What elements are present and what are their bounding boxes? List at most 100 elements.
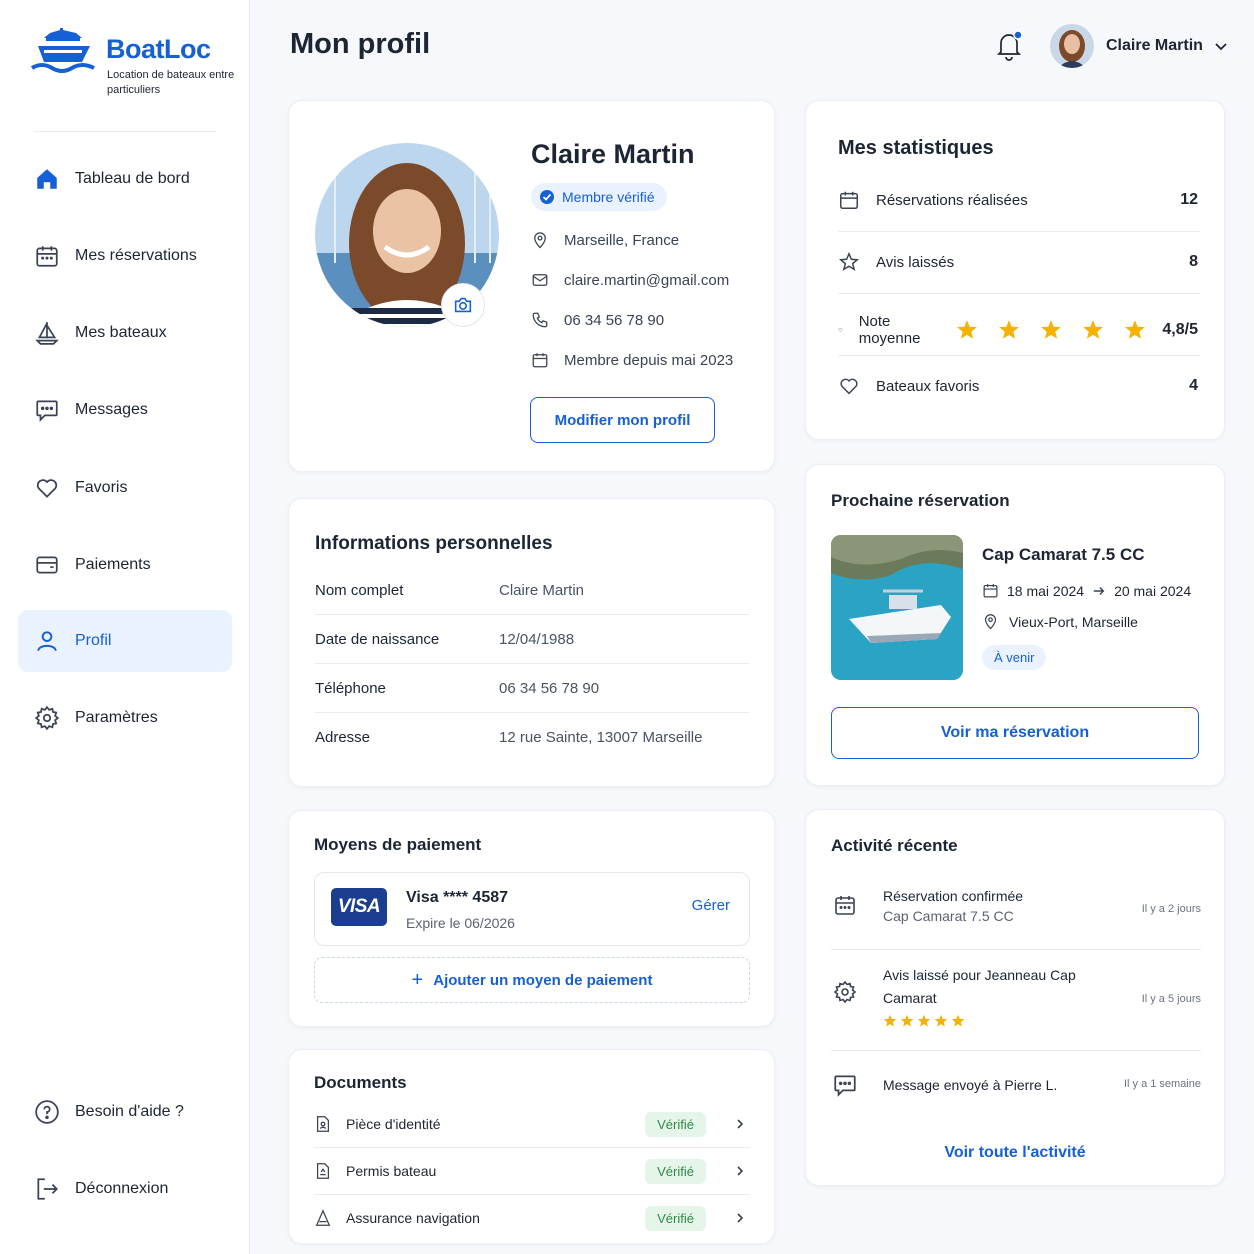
camera-icon [454,297,472,313]
check-circle-icon [540,190,554,204]
sidebar-item-label: Messages [75,401,148,418]
status-badge: Vérifié [645,1205,706,1231]
activity-title: Avis laissé pour Jeanneau Cap Camarat [883,967,1076,1006]
divider [831,949,1201,950]
payment-card: Moyens de paiement VISA Visa **** 4587 E… [288,810,775,1027]
sidebar-item-label: Profil [75,632,112,649]
divider [831,1050,1201,1051]
verified-badge: Membre vérifié [531,183,667,211]
home-icon [34,166,60,192]
stat-label: Note moyenne [858,313,921,347]
document-label: Assurance navigation [346,1210,480,1226]
logout-button[interactable]: Déconnexion [18,1158,232,1220]
sidebar-item-label: Mes bateaux [75,324,167,341]
section-title: Mes statistiques [838,137,994,159]
profile-name: Claire Martin [531,139,695,169]
next-booking-card: Prochaine réservation Cap Camarat 7.5 CC… [805,464,1225,786]
stat-row: Bateaux favoris 4 [838,375,1198,397]
sidebar-item-label: Mes réservations [75,247,197,264]
member-since-text: Membre depuis mai 2023 [564,351,734,369]
section-title: Prochaine réservation [831,491,1010,510]
manage-card-link[interactable]: Gérer [692,897,730,914]
user-icon [34,628,60,654]
add-payment-button[interactable]: + Ajouter un moyen de paiement [314,957,750,1003]
section-title: Documents [314,1073,407,1092]
notification-button[interactable] [992,28,1026,62]
user-menu[interactable]: Claire Martin [1050,24,1229,68]
activity-card: Activité récente Réservation confirmée C… [805,809,1225,1186]
star-filled-icon [999,320,1020,339]
activity-item[interactable]: Avis laissé pour Jeanneau Cap Camarat Il… [831,964,1201,1034]
document-label: Pièce d'identité [346,1116,441,1132]
star-filled-icon [1041,320,1062,339]
activity-time: Il y a 2 jours [1141,903,1201,915]
field-value: 12/04/1988 [499,631,575,648]
booking-place: Vieux-Port, Marseille [982,613,1138,630]
stat-value: 4 [1189,377,1198,394]
stat-value: 12 [1180,191,1198,208]
sidebar-item-label: Favoris [75,479,128,496]
divider [315,712,749,713]
star-filled-icon [957,320,978,339]
sidebar-item-payments[interactable]: Paiements [18,534,232,596]
page-title: Mon profil [290,28,431,60]
sidebar-item-profile[interactable]: Profil [18,610,232,672]
location-pin-icon [534,232,546,249]
phone-text: 06 34 56 78 90 [564,311,665,329]
star-filled-icon [917,1014,931,1027]
sidebar-item-settings[interactable]: Paramètres [18,687,232,749]
license-document-icon [316,1163,330,1179]
chevron-right-icon [737,1119,744,1129]
star-filled-icon [1083,320,1104,339]
sidebar-item-dashboard[interactable]: Tableau de bord [18,148,232,210]
boat-logo-icon [30,28,95,73]
document-row[interactable]: Pièce d'identité Vérifié [314,1101,750,1147]
user-name: Claire Martin [1106,37,1203,54]
profile-location: Marseille, France [531,231,679,249]
sidebar-item-reservations[interactable]: Mes réservations [18,225,232,287]
field-value: Claire Martin [499,582,585,599]
sidebar: BoatLoc Location de bateaux entre partic… [0,0,250,1254]
saved-card: VISA Visa **** 4587 Expire le 06/2026 Gé… [314,872,750,946]
edit-profile-button[interactable]: Modifier mon profil [530,397,715,443]
calendar-icon [840,191,858,209]
sailboat-icon [34,320,60,346]
section-title: Activité récente [831,836,958,855]
heart-icon [838,328,843,332]
view-booking-button[interactable]: Voir ma réservation [831,707,1199,759]
question-icon [34,1099,60,1125]
field-label: Téléphone [315,680,386,697]
change-photo-button[interactable] [441,283,485,327]
activity-item[interactable]: Réservation confirmée Cap Camarat 7.5 CC… [831,885,1201,935]
star-filled-icon [900,1014,914,1027]
field-label: Date de naissance [315,631,440,648]
help-link[interactable]: Besoin d'aide ? [18,1081,232,1143]
field-value: 06 34 56 78 90 [499,680,600,697]
chevron-down-icon [1215,43,1227,51]
document-row[interactable]: Assurance navigation Vérifié [314,1195,750,1241]
logout-icon [34,1176,60,1202]
boat-photo [831,535,963,680]
sidebar-item-boats[interactable]: Mes bateaux [18,302,232,364]
stat-label: Avis laissés [876,253,955,271]
place-text: Vieux-Port, Marseille [1009,613,1138,630]
add-payment-label: Ajouter un moyen de paiement [433,971,653,989]
activity-item[interactable]: Message envoyé à Pierre L. Il y a 1 sema… [831,1072,1201,1102]
id-document-icon [316,1116,330,1132]
sidebar-item-messages[interactable]: Messages [18,379,232,441]
sidebar-item-favorites[interactable]: Favoris [18,457,232,519]
stat-row: Avis laissés 8 [838,251,1198,273]
rating-stars [883,1014,1108,1028]
view-all-activity-link[interactable]: Voir toute l'activité [806,1144,1224,1162]
profile-phone: 06 34 56 78 90 [531,311,664,329]
mail-icon [532,274,548,286]
brand-logo[interactable]: BoatLoc Location de bateaux entre partic… [30,26,234,96]
message-icon [34,397,60,423]
star-icon [838,251,860,271]
profile-card: Claire Martin Membre vérifié Marseille, … [288,100,775,472]
visa-logo: VISA [331,888,387,926]
document-label: Permis bateau [346,1163,437,1179]
star-filled-icon [883,1014,897,1027]
divider [315,663,749,664]
document-row[interactable]: Permis bateau Vérifié [314,1148,750,1194]
